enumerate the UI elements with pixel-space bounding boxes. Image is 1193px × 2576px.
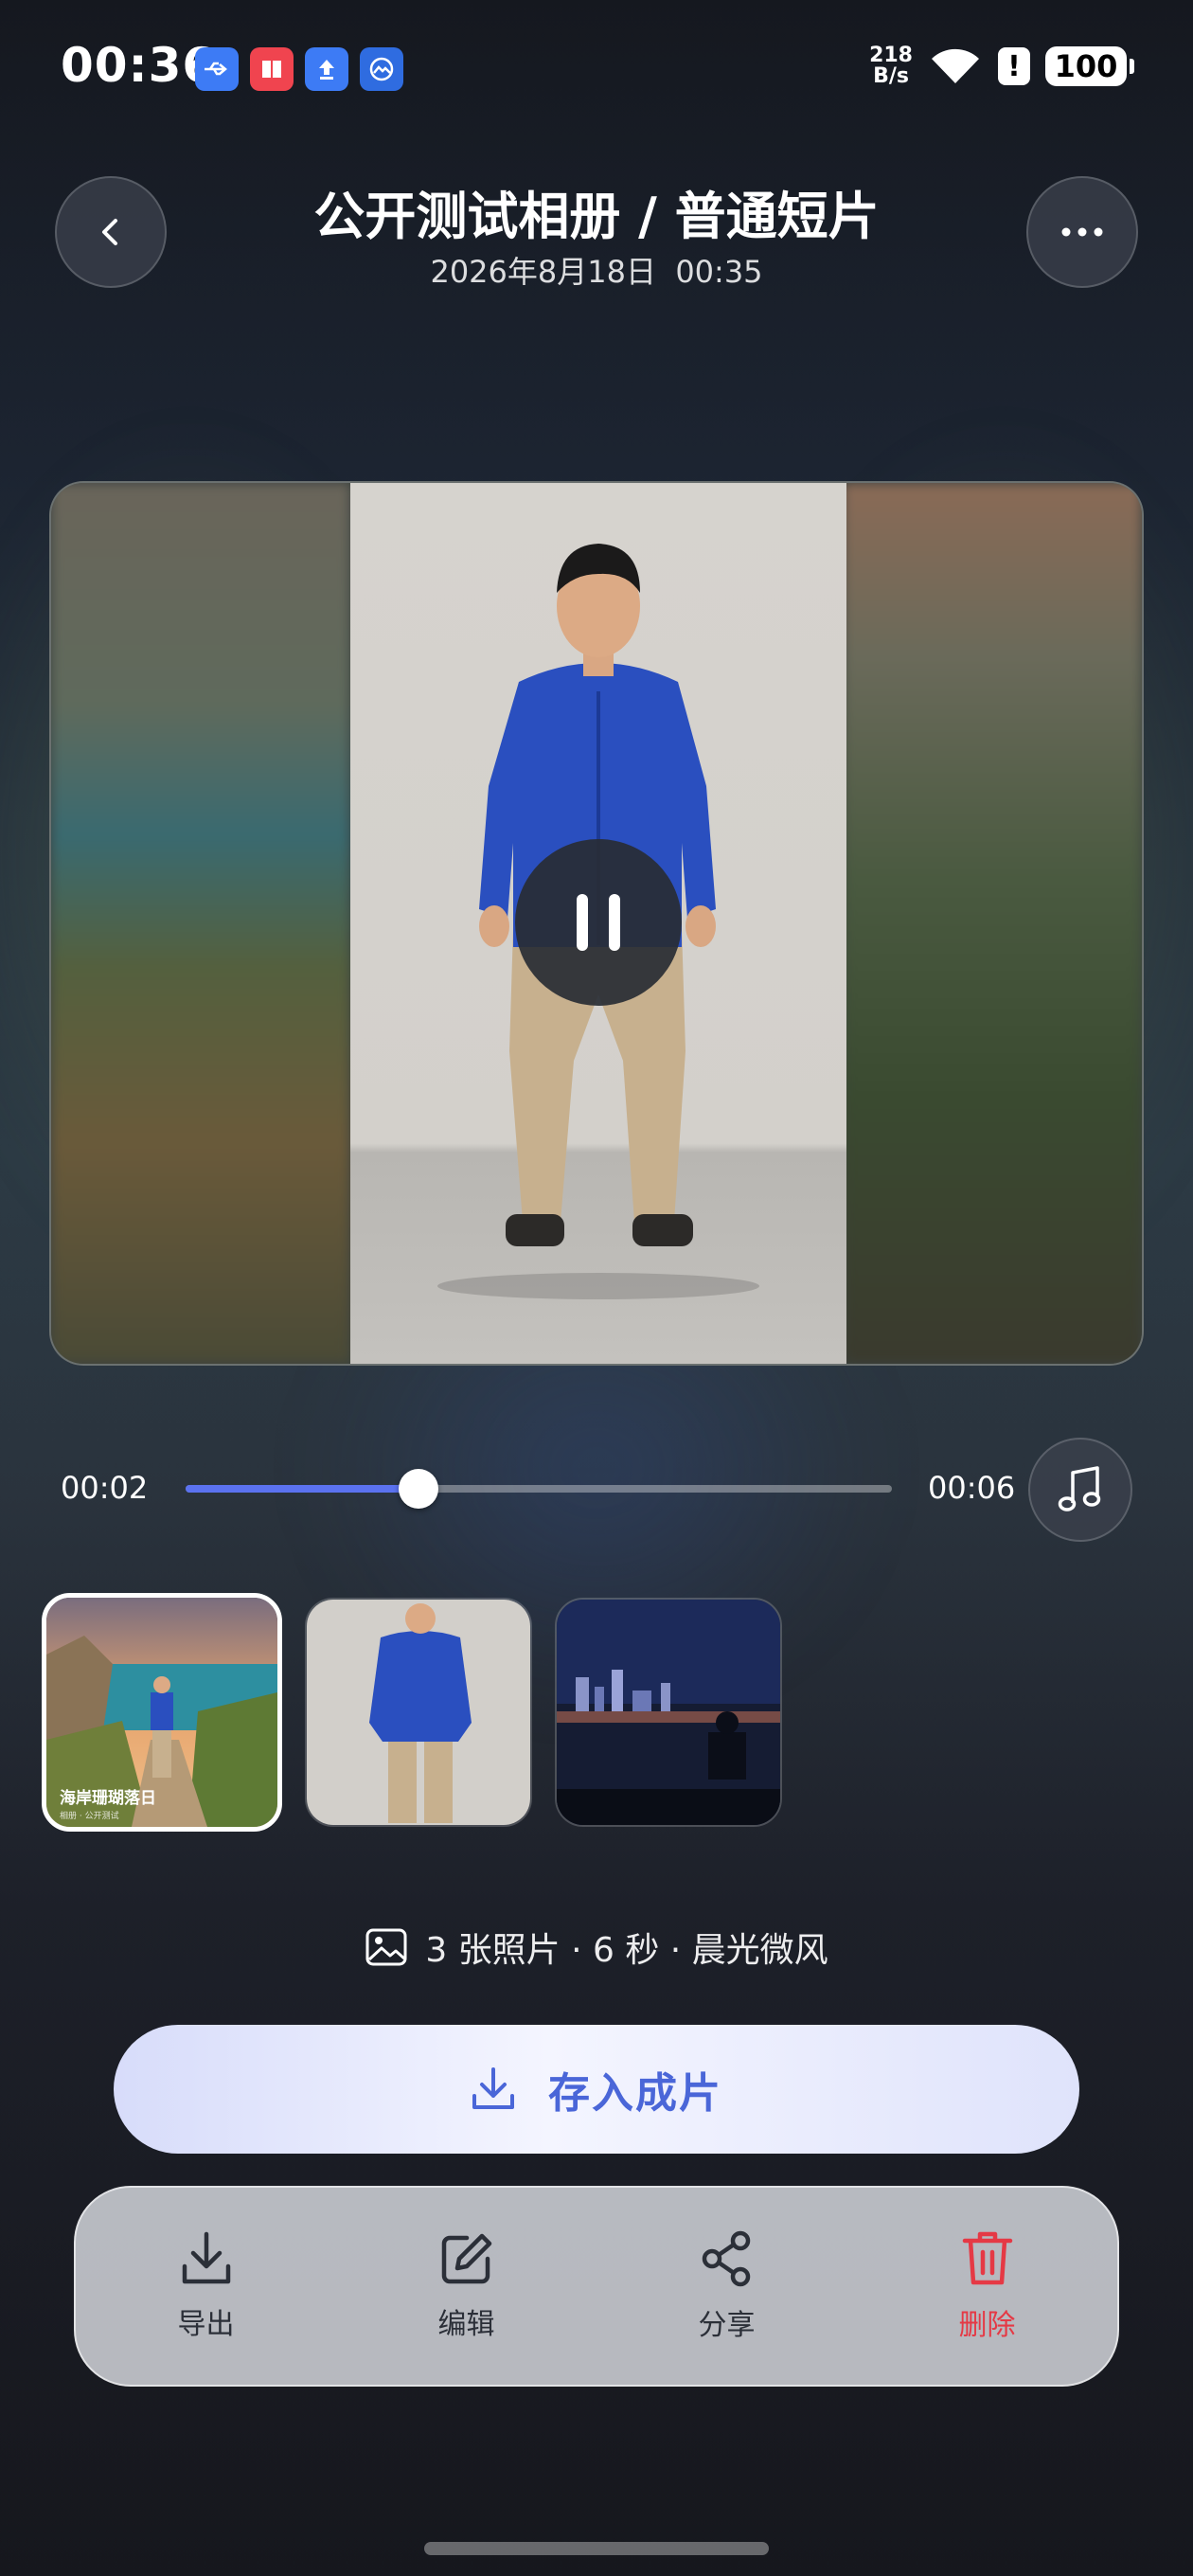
share-button[interactable]: 分享 xyxy=(596,2188,857,2385)
edit-button[interactable]: 编辑 xyxy=(336,2188,596,2385)
home-indicator[interactable] xyxy=(424,2542,769,2555)
progress-slider[interactable] xyxy=(186,1469,892,1509)
share-icon xyxy=(702,2230,750,2287)
delete-label: 删除 xyxy=(958,2309,1016,2342)
delete-button[interactable]: 删除 xyxy=(857,2188,1117,2385)
album-info-text: 3 张照片 · 6 秒 · 晨光微风 xyxy=(425,1931,828,1970)
thumbnail-title: 海岸珊瑚落日 xyxy=(60,1789,156,1808)
network-speed-value: 218 xyxy=(869,44,913,67)
save-button-label: 存入成片 xyxy=(548,2069,722,2118)
save-to-video-button[interactable]: 存入成片 xyxy=(114,2025,1079,2154)
page-title: 公开测试相册 / 普通短片 xyxy=(313,187,880,246)
page-subtitle: 2026年8月18日 00:35 xyxy=(430,254,763,290)
system-status: 218 B/s ! 100 xyxy=(869,45,1134,87)
music-button[interactable] xyxy=(1028,1438,1132,1542)
gallery-app-icon xyxy=(360,47,403,91)
edit-icon xyxy=(441,2233,491,2284)
status-time: 00:36 xyxy=(61,38,217,93)
network-speed: 218 B/s xyxy=(869,45,913,87)
back-button[interactable] xyxy=(55,176,167,288)
night-city-photo xyxy=(557,1600,780,1825)
pause-button[interactable] xyxy=(515,839,682,1006)
download-icon xyxy=(472,2067,514,2109)
video-player[interactable] xyxy=(49,481,1144,1366)
app-book-icon xyxy=(250,47,294,91)
current-time: 00:02 xyxy=(61,1470,149,1506)
action-bar: 导出 编辑 分享 删除 xyxy=(74,2186,1119,2387)
download-icon xyxy=(182,2231,230,2284)
more-button[interactable] xyxy=(1026,176,1138,288)
thumbnail-coast[interactable]: 海岸珊瑚落日 相册 · 公开测试 xyxy=(42,1593,282,1832)
thumbnail-night-city[interactable] xyxy=(555,1598,782,1827)
progress-handle[interactable] xyxy=(399,1469,439,1509)
alert-icon: ! xyxy=(998,47,1030,85)
thumbnail-strip: 海岸珊瑚落日 相册 · 公开测试 xyxy=(42,1593,782,1832)
usb-icon xyxy=(195,47,239,91)
pause-icon xyxy=(577,894,620,951)
music-note-icon xyxy=(1058,1466,1101,1512)
thumbnail-subtitle: 相册 · 公开测试 xyxy=(60,1812,119,1821)
status-bar: 00:36 218 B/s ! 100 xyxy=(0,0,1193,142)
progress-fill xyxy=(186,1485,419,1493)
total-time: 00:06 xyxy=(928,1470,1016,1506)
album-info: 3 张照片 · 6 秒 · 晨光微风 xyxy=(0,1923,1193,1972)
battery-indicator: 100 xyxy=(1045,46,1134,86)
trash-icon xyxy=(962,2231,1012,2285)
more-icon xyxy=(1061,227,1103,237)
upload-icon xyxy=(305,47,348,91)
chevron-left-icon xyxy=(102,219,117,245)
edit-label: 编辑 xyxy=(437,2308,495,2341)
export-label: 导出 xyxy=(177,2308,235,2341)
blurred-backdrop-right xyxy=(843,483,1142,1364)
wifi-icon xyxy=(932,48,979,83)
export-button[interactable]: 导出 xyxy=(76,2188,336,2385)
network-speed-unit: B/s xyxy=(873,64,909,88)
blurred-backdrop-left xyxy=(51,483,350,1364)
share-label: 分享 xyxy=(698,2309,756,2342)
image-icon xyxy=(365,1928,407,1966)
notification-icons xyxy=(195,47,403,91)
portrait-photo xyxy=(307,1600,530,1825)
thumbnail-portrait[interactable] xyxy=(305,1598,532,1827)
